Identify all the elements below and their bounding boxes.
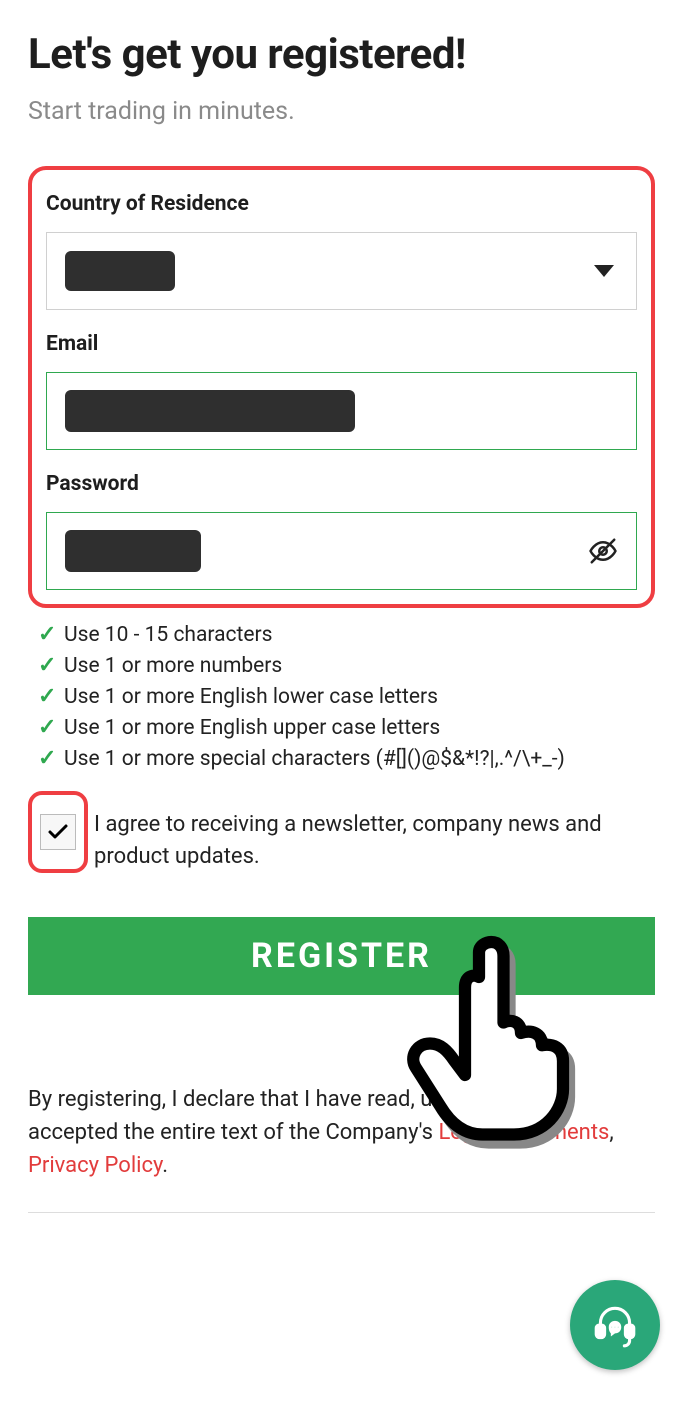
country-value-redacted — [65, 251, 175, 291]
check-icon: ✓ — [38, 715, 64, 740]
password-input[interactable] — [46, 512, 637, 590]
password-value-redacted — [65, 530, 201, 572]
register-button[interactable]: REGISTER — [28, 917, 655, 995]
country-select[interactable] — [46, 232, 637, 310]
chat-support-button[interactable] — [570, 1280, 660, 1370]
page-subtitle: Start trading in minutes. — [28, 97, 655, 126]
check-icon: ✓ — [38, 684, 64, 709]
password-rule: ✓Use 10 - 15 characters — [38, 622, 655, 647]
email-input[interactable] — [46, 372, 637, 450]
check-icon: ✓ — [38, 653, 64, 678]
password-label: Password — [46, 472, 637, 496]
eye-off-icon[interactable] — [588, 536, 618, 566]
headset-chat-icon — [590, 1300, 640, 1350]
email-field: Email — [46, 332, 637, 450]
newsletter-checkbox[interactable] — [40, 814, 76, 850]
password-rule: ✓Use 1 or more English upper case letter… — [38, 715, 655, 740]
country-label: Country of Residence — [46, 192, 637, 216]
chevron-down-icon — [594, 265, 614, 277]
password-rule: ✓Use 1 or more numbers — [38, 653, 655, 678]
check-icon: ✓ — [38, 622, 64, 647]
registration-form-highlight: Country of Residence Email Password — [28, 166, 655, 608]
divider — [28, 1212, 655, 1213]
check-icon — [46, 820, 70, 844]
password-rules: ✓Use 10 - 15 characters ✓Use 1 or more n… — [38, 622, 655, 771]
newsletter-checkbox-highlight — [28, 791, 88, 873]
legal-documents-link[interactable]: Legal Documents — [438, 1120, 609, 1145]
email-value-redacted — [65, 390, 355, 432]
check-icon: ✓ — [38, 746, 64, 771]
password-rule: ✓Use 1 or more special characters (#[]()… — [38, 746, 655, 771]
password-field: Password — [46, 472, 637, 590]
declaration-text: By registering, I declare that I have re… — [28, 1083, 655, 1182]
page-title: Let's get you registered! — [28, 30, 655, 79]
email-label: Email — [46, 332, 637, 356]
password-rule: ✓Use 1 or more English lower case letter… — [38, 684, 655, 709]
country-field: Country of Residence — [46, 192, 637, 310]
newsletter-row: I agree to receiving a newsletter, compa… — [28, 791, 655, 873]
newsletter-label: I agree to receiving a newsletter, compa… — [94, 791, 655, 873]
privacy-policy-link[interactable]: Privacy Policy — [28, 1153, 162, 1178]
